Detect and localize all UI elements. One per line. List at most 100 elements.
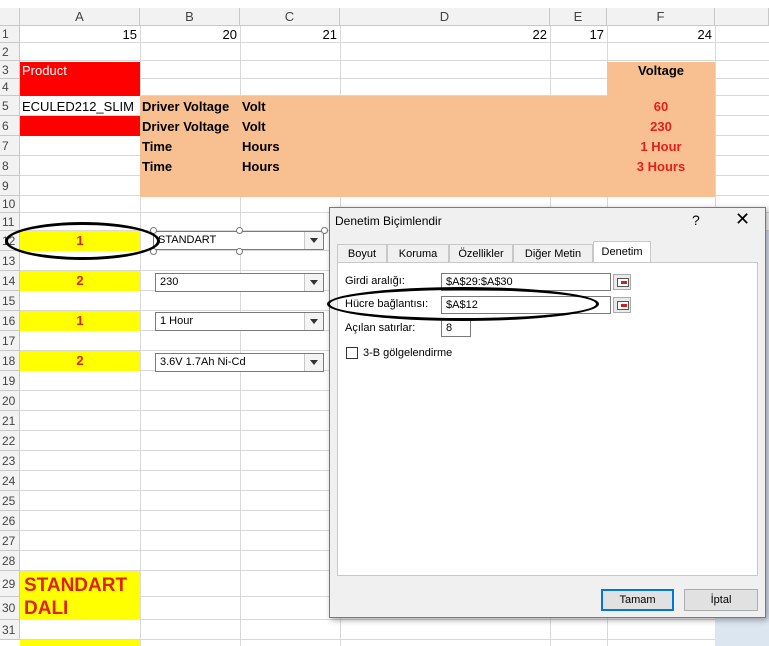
- column-header-c[interactable]: C: [240, 8, 340, 26]
- cell-param-unit[interactable]: Hours: [242, 157, 340, 177]
- cell-model[interactable]: ECULED212_SLIM: [22, 97, 140, 117]
- column-header-f[interactable]: F: [607, 8, 715, 26]
- row-header-17[interactable]: 17: [0, 331, 20, 351]
- combo-value: 3.6V 1.7Ah Ni-Cd: [160, 356, 246, 368]
- cell-f1[interactable]: 24: [607, 25, 715, 45]
- cancel-button[interactable]: İptal: [684, 589, 758, 611]
- cell-a1[interactable]: 15: [20, 25, 140, 45]
- row-header-30[interactable]: 30: [0, 597, 20, 620]
- row-header-21[interactable]: 21: [0, 411, 20, 431]
- cell-param-value[interactable]: 1 Hour: [607, 137, 715, 157]
- column-header-a[interactable]: A: [20, 8, 140, 26]
- cell-param-name[interactable]: Time: [142, 157, 240, 177]
- row-header-15[interactable]: 15: [0, 291, 20, 311]
- row-header-5[interactable]: 5: [0, 96, 20, 116]
- resize-handle[interactable]: [321, 227, 328, 234]
- column-header-e[interactable]: E: [550, 8, 607, 26]
- chevron-down-icon[interactable]: [304, 354, 323, 371]
- row-header-1[interactable]: 1: [0, 26, 20, 43]
- input-range-label: Girdi aralığı:: [345, 275, 405, 287]
- cell-param-name[interactable]: Driver Voltage: [142, 97, 240, 117]
- cell-param-value[interactable]: 3 Hours: [607, 157, 715, 177]
- cell-c1[interactable]: 21: [240, 25, 340, 45]
- highlight-ellipse: [327, 287, 599, 321]
- row-header-24[interactable]: 24: [0, 471, 20, 491]
- shading-checkbox[interactable]: [346, 347, 358, 359]
- cell-dali-label[interactable]: DALI: [24, 597, 140, 621]
- cell-index[interactable]: 1: [20, 311, 140, 331]
- range-select-icon[interactable]: [613, 274, 631, 290]
- combo-box-battery[interactable]: 3.6V 1.7Ah Ni-Cd: [155, 353, 324, 372]
- cell-d1[interactable]: 22: [340, 25, 550, 45]
- row-header-6[interactable]: 6: [0, 116, 20, 136]
- tab-denetim[interactable]: Denetim: [593, 241, 651, 263]
- row-header-11[interactable]: 11: [0, 213, 20, 231]
- combo-box-voltage[interactable]: 230: [155, 273, 324, 292]
- red-cell-fill: [20, 116, 140, 136]
- row-header-14[interactable]: 14: [0, 271, 20, 291]
- shading-label: 3-B gölgelendirme: [363, 347, 453, 359]
- column-header-b[interactable]: B: [140, 8, 240, 26]
- chevron-down-icon[interactable]: [304, 313, 323, 330]
- cell-param-value[interactable]: 230: [607, 117, 715, 137]
- ok-button[interactable]: Tamam: [601, 589, 674, 611]
- cell-param-unit[interactable]: Hours: [242, 137, 340, 157]
- dropdown-lines-field[interactable]: 8: [441, 319, 471, 337]
- cell-index[interactable]: 2: [20, 271, 140, 291]
- row-header-29[interactable]: 29: [0, 571, 20, 597]
- column-header-g[interactable]: [715, 8, 769, 26]
- tab-koruma[interactable]: Koruma: [387, 244, 449, 262]
- tab-diger-metin[interactable]: Diğer Metin: [513, 244, 593, 262]
- tab-boyut[interactable]: Boyut: [337, 244, 387, 262]
- row-header-16[interactable]: 16: [0, 311, 20, 331]
- chevron-down-icon[interactable]: [304, 274, 323, 291]
- dialog-title: Denetim Biçimlendir: [335, 214, 442, 228]
- cell-param-name[interactable]: Driver Voltage: [142, 117, 240, 137]
- cell-voltage-label[interactable]: Voltage: [607, 61, 715, 81]
- cell-index[interactable]: 2: [20, 351, 140, 371]
- chevron-down-icon[interactable]: [304, 232, 323, 249]
- row-header-31[interactable]: 31: [0, 620, 20, 640]
- row-header-9[interactable]: 9: [0, 176, 20, 196]
- row-header-7[interactable]: 7: [0, 136, 20, 156]
- row-header-10[interactable]: 10: [0, 196, 20, 213]
- cell-param-unit[interactable]: Volt: [242, 97, 340, 117]
- row-header-19[interactable]: 19: [0, 371, 20, 391]
- resize-handle[interactable]: [236, 248, 243, 255]
- select-all-corner[interactable]: [0, 8, 20, 26]
- row-header-27[interactable]: 27: [0, 531, 20, 551]
- cell-param-name[interactable]: Time: [142, 137, 240, 157]
- help-button[interactable]: ?: [692, 212, 700, 228]
- cell-param-unit[interactable]: Volt: [242, 117, 340, 137]
- cell-e1[interactable]: 17: [550, 25, 607, 45]
- close-icon[interactable]: ✕: [735, 209, 750, 230]
- combo-value: 1 Hour: [160, 315, 194, 327]
- row-header-25[interactable]: 25: [0, 491, 20, 511]
- tab-ozellikler[interactable]: Özellikler: [449, 244, 513, 262]
- row-header-3[interactable]: 3: [0, 61, 20, 79]
- row-header-23[interactable]: 23: [0, 451, 20, 471]
- combo-box-time[interactable]: 1 Hour: [155, 312, 324, 331]
- row-header-26[interactable]: 26: [0, 511, 20, 531]
- row-header-8[interactable]: 8: [0, 156, 20, 176]
- row-header-20[interactable]: 20: [0, 391, 20, 411]
- highlight-ellipse: [5, 222, 160, 260]
- row-header-13[interactable]: 13: [0, 251, 20, 271]
- resize-handle[interactable]: [236, 227, 243, 234]
- row-header-28[interactable]: 28: [0, 551, 20, 571]
- dropdown-lines-label: Açılan satırlar:: [345, 322, 416, 334]
- row-header-22[interactable]: 22: [0, 431, 20, 451]
- row-header-2[interactable]: 2: [0, 43, 20, 61]
- combo-value: 230: [160, 276, 179, 288]
- cell-product-label[interactable]: Product: [22, 61, 140, 81]
- column-header-d[interactable]: D: [340, 8, 550, 26]
- row-header-4[interactable]: 4: [0, 79, 20, 96]
- format-control-dialog: Denetim Biçimlendir ? ✕ Boyut Koruma Öze…: [327, 207, 766, 618]
- range-select-icon[interactable]: [613, 297, 631, 313]
- combo-value: STANDART: [158, 234, 217, 246]
- row-header-18[interactable]: 18: [0, 351, 20, 371]
- cell-b1[interactable]: 20: [140, 25, 240, 45]
- cell-standart-label[interactable]: STANDART: [24, 574, 140, 598]
- cell-param-value[interactable]: 60: [607, 97, 715, 117]
- yellow-cell-fill: [20, 640, 140, 646]
